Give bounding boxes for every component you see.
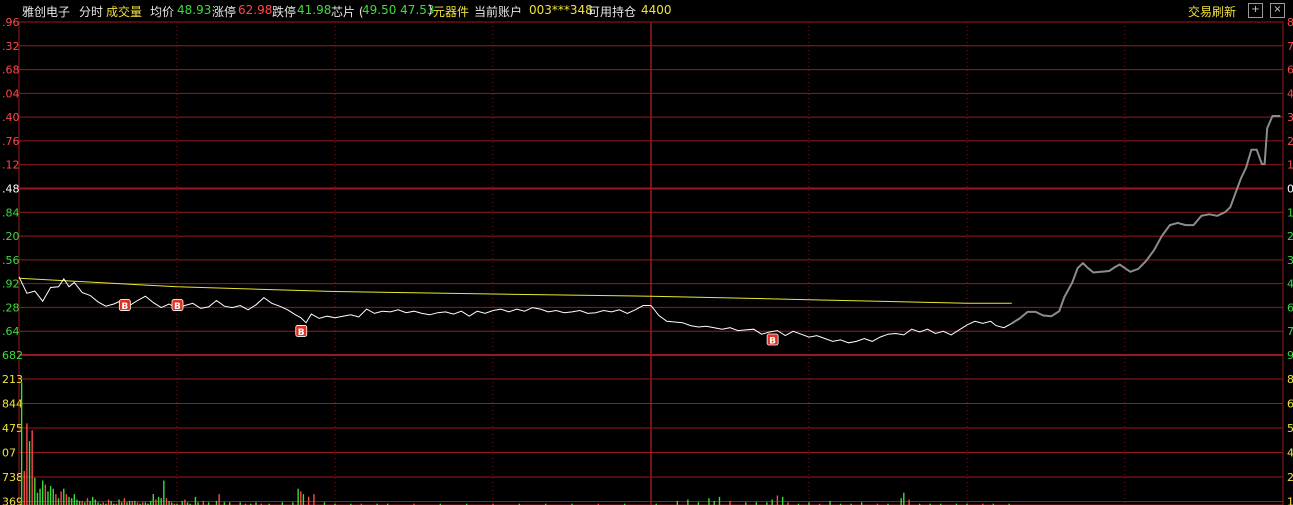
price-tick-label-left: .84	[2, 206, 20, 219]
buy-marker-label: B	[121, 302, 128, 312]
volume-tick-label-left: 369	[2, 496, 23, 505]
volume-tick-label-right: 2	[1287, 471, 1293, 484]
intraday-chart: .96 8 .32 7 .68 6 .04 4 .40 3 .76 2 .12 1 .48 0 .84 1 .20 2…	[2, 16, 1293, 505]
volume-tick-label-right: 8	[1287, 373, 1293, 386]
price-pct-tick-label-right: 8	[1287, 16, 1293, 29]
price-pct-tick-label-right: 7	[1287, 325, 1293, 338]
price-pct-tick-label-right: 3	[1287, 254, 1293, 267]
price-tick-label-left: .68	[2, 64, 20, 77]
buy-marker-label: B	[298, 328, 305, 338]
price-pct-tick-label-right: 7	[1287, 40, 1293, 53]
price-pct-tick-label-right: 6	[1287, 64, 1293, 77]
volume-tick-label-right: 1	[1287, 496, 1293, 505]
price-pct-tick-label-right: 3	[1287, 111, 1293, 124]
volume-tick-label-right: 6	[1287, 398, 1293, 411]
price-pct-tick-label-right: 6	[1287, 301, 1293, 314]
price-tick-label-left: .12	[2, 159, 20, 172]
volume-tick-label-right: 4	[1287, 447, 1293, 460]
price-pct-tick-label-right: 1	[1287, 159, 1293, 172]
price-tick-label-left: .48	[2, 183, 20, 196]
buy-marker-label: B	[769, 337, 776, 347]
price-tick-label-left: .76	[2, 135, 20, 148]
volume-tick-label-left: 07	[2, 447, 16, 460]
price-pct-tick-label-right: 2	[1287, 135, 1293, 148]
price-pct-tick-label-right: 4	[1287, 278, 1293, 291]
price-tick-label-left: .64	[2, 325, 20, 338]
price-tick-label-left: .04	[2, 87, 20, 100]
price-pct-tick-label-right: 4	[1287, 87, 1293, 100]
price-pct-tick-label-right: 9	[1287, 349, 1293, 362]
price-tick-label-left: .28	[2, 301, 20, 314]
volume-tick-label-right: 5	[1287, 422, 1293, 435]
price-tick-label-left: .96	[2, 16, 20, 29]
price-pct-tick-label-right: 2	[1287, 230, 1293, 243]
volume-tick-label-left: 475	[2, 422, 23, 435]
price-pct-tick-label-right: 0	[1287, 183, 1293, 196]
volume-tick-label-left: 738	[2, 471, 23, 484]
price-tick-label-left: .32	[2, 40, 20, 53]
volume-tick-label-left: 213	[2, 373, 23, 386]
price-pct-tick-label-right: 1	[1287, 206, 1293, 219]
price-tick-label-left: .20	[2, 230, 20, 243]
projection-line	[1011, 115, 1281, 325]
volume-tick-label-left: 844	[2, 398, 23, 411]
price-tick-label-left: .56	[2, 254, 20, 267]
price-tick-label-left: 682	[2, 349, 23, 362]
price-tick-label-left: .92	[2, 278, 20, 291]
buy-marker-label: B	[174, 302, 181, 312]
price-tick-label-left: .40	[2, 111, 20, 124]
price-line-pm	[650, 305, 1013, 344]
avg-price-line	[18, 277, 1012, 304]
